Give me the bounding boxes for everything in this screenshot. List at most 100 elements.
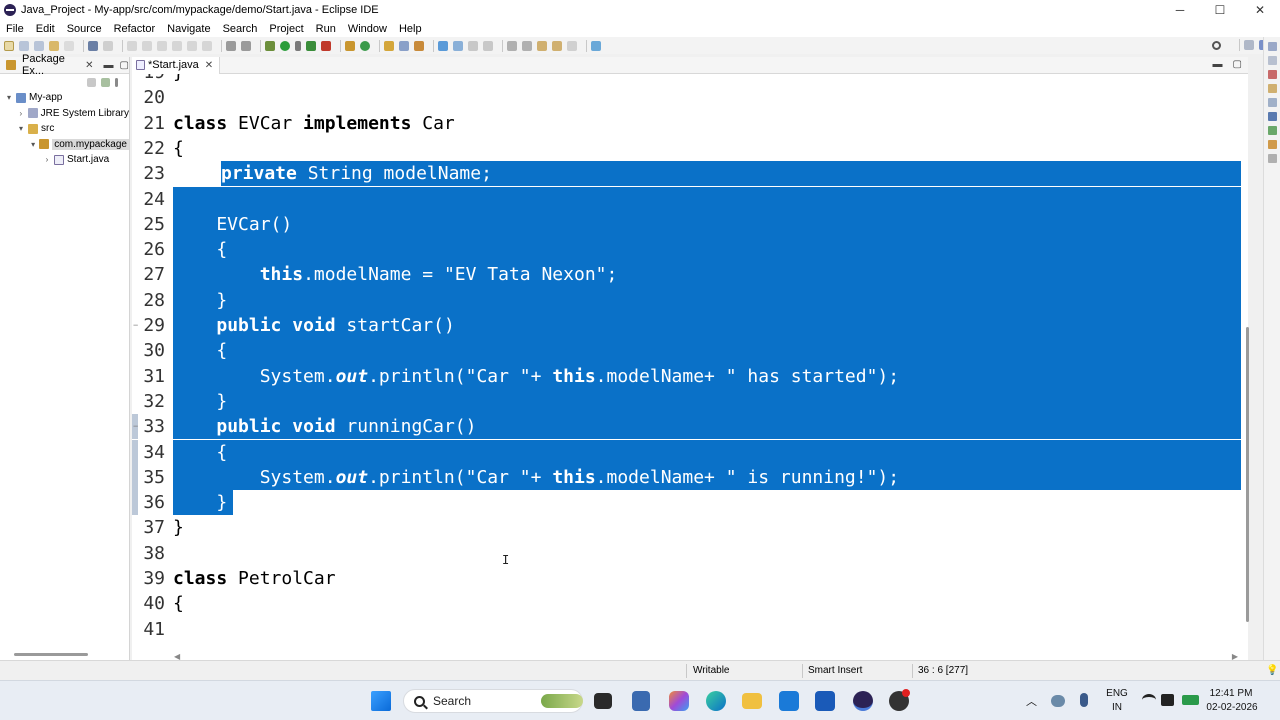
javadoc-view-icon[interactable] [1267, 84, 1277, 93]
next-annotation-icon[interactable] [507, 40, 517, 51]
minimize-button[interactable]: ─ [1160, 0, 1200, 20]
terminate-icon[interactable] [157, 40, 167, 51]
step-over-icon[interactable] [202, 40, 212, 51]
expand-arrow-icon[interactable]: › [42, 155, 52, 164]
run-icon[interactable] [280, 40, 290, 51]
copilot-icon[interactable] [669, 691, 689, 711]
coverage-icon[interactable] [226, 40, 236, 51]
progress-view-icon[interactable] [1267, 126, 1277, 135]
maximize-button[interactable]: ☐ [1200, 0, 1240, 20]
save-all-icon[interactable] [34, 40, 44, 51]
disconnect-icon[interactable] [172, 40, 182, 51]
maximize-view-icon[interactable]: ▢ [120, 60, 129, 71]
new-java-package-icon[interactable] [345, 40, 355, 51]
new-java-class-icon[interactable] [360, 40, 370, 51]
back-icon[interactable] [552, 40, 562, 51]
menu-edit[interactable]: Edit [36, 23, 55, 35]
show-whitespace-icon[interactable] [483, 40, 493, 51]
tree-item-src[interactable]: ▾ src [0, 121, 129, 137]
link-with-editor-icon[interactable] [101, 77, 110, 87]
external-tools-icon[interactable] [241, 40, 251, 51]
expand-arrow-icon[interactable]: ▾ [16, 124, 26, 133]
clock-app-icon[interactable] [779, 691, 799, 711]
onedrive-icon[interactable] [1051, 695, 1065, 707]
tip-bulb-icon[interactable]: 💡 [1266, 665, 1278, 676]
menu-window[interactable]: Window [348, 23, 387, 35]
forward-icon[interactable] [567, 40, 577, 51]
expand-arrow-icon[interactable]: › [16, 109, 26, 118]
input-region[interactable]: IN [1103, 702, 1131, 713]
open-task-icon[interactable] [399, 40, 409, 51]
task-view-icon[interactable] [594, 693, 612, 709]
package-explorer-tab[interactable]: Package Ex... ✕ ▬ ▢ [0, 53, 129, 77]
expand-arrow-icon[interactable]: ▾ [4, 93, 14, 102]
menu-search[interactable]: Search [223, 23, 258, 35]
run-coverage-icon[interactable] [306, 40, 316, 51]
close-window-button[interactable]: ✕ [1240, 0, 1280, 20]
problems-view-icon[interactable] [1267, 70, 1277, 79]
code-area[interactable]: 19 } 20 21 class EVCar implements Car 22… [132, 74, 1248, 651]
eclipse-taskbar-icon[interactable] [853, 691, 873, 711]
menu-source[interactable]: Source [67, 23, 102, 35]
previous-annotation-icon[interactable] [522, 40, 532, 51]
menu-file[interactable]: File [6, 23, 24, 35]
edge-browser-icon[interactable] [706, 691, 726, 711]
debug-icon[interactable] [265, 40, 275, 51]
windows-start-icon[interactable] [371, 691, 391, 711]
clock-date[interactable]: 02-02-2026 [1206, 702, 1258, 713]
open-type-icon[interactable] [384, 40, 394, 51]
battery-icon[interactable] [1182, 695, 1199, 705]
toggle-block-selection-icon[interactable] [453, 40, 463, 51]
search-tool-icon[interactable] [414, 40, 424, 51]
file-explorer-icon[interactable] [742, 693, 762, 709]
toggle-mark-occurrences-icon[interactable] [438, 40, 448, 51]
word-wrap-icon[interactable] [468, 40, 478, 51]
menu-help[interactable]: Help [399, 23, 422, 35]
menu-project[interactable]: Project [269, 23, 303, 35]
menu-navigate[interactable]: Navigate [167, 23, 210, 35]
search-icon[interactable] [1212, 40, 1221, 50]
redo-icon[interactable] [64, 40, 74, 51]
calculator-icon[interactable] [632, 691, 650, 711]
status-insert-mode[interactable]: Smart Insert [808, 665, 862, 676]
new-icon[interactable] [4, 40, 14, 51]
editor-vertical-scrollbar[interactable] [1246, 327, 1249, 622]
editor-tab-start-java[interactable]: *Start.java ✕ [132, 56, 221, 74]
tree-item-my-app[interactable]: ▾ My-app [0, 90, 129, 106]
suspend-icon[interactable] [142, 40, 152, 51]
last-edit-location-icon[interactable] [537, 40, 547, 51]
tree-item-start-java[interactable]: › Start.java [0, 152, 129, 168]
maximize-editor-icon[interactable]: ▢ [1233, 59, 1242, 70]
show-hidden-icons-icon[interactable]: ︿ [1026, 693, 1037, 709]
widgets-icon[interactable] [541, 694, 583, 708]
tree-item-jre-system-library[interactable]: › JRE System Library [0, 106, 129, 122]
wifi-icon[interactable] [1142, 694, 1156, 706]
menu-refactor[interactable]: Refactor [114, 23, 156, 35]
run-dropdown-icon[interactable] [295, 40, 301, 51]
status-cursor-position[interactable]: 36 : 6 [277] [918, 665, 968, 676]
input-language[interactable]: ENG [1103, 688, 1131, 699]
minimize-view-icon[interactable]: ▬ [104, 60, 114, 71]
outline-view-icon[interactable] [1267, 42, 1277, 51]
declaration-view-icon[interactable] [1267, 98, 1277, 107]
pin-editor-icon[interactable] [591, 40, 601, 51]
close-icon[interactable]: ✕ [205, 60, 213, 71]
skip-breakpoints-icon[interactable] [103, 40, 113, 51]
tree-item-com-mypackage[interactable]: ▾ com.mypackage [0, 137, 129, 153]
external-tool-run-icon[interactable] [321, 40, 331, 51]
terminal-icon[interactable] [88, 40, 98, 51]
step-into-icon[interactable] [187, 40, 197, 51]
close-icon[interactable]: ✕ [85, 60, 93, 71]
save-icon[interactable] [19, 40, 29, 51]
view-menu-icon[interactable] [115, 77, 118, 87]
menu-run[interactable]: Run [316, 23, 336, 35]
word-icon[interactable] [815, 691, 835, 711]
console-view-icon[interactable] [1267, 112, 1277, 121]
open-perspective-icon[interactable] [1244, 40, 1254, 50]
history-view-icon[interactable] [1267, 154, 1277, 163]
task-list-icon[interactable] [1267, 56, 1277, 65]
resume-icon[interactable] [127, 40, 137, 51]
microphone-icon[interactable] [1080, 693, 1088, 707]
collapse-all-icon[interactable] [87, 77, 96, 87]
search-view-icon[interactable] [1267, 140, 1277, 149]
